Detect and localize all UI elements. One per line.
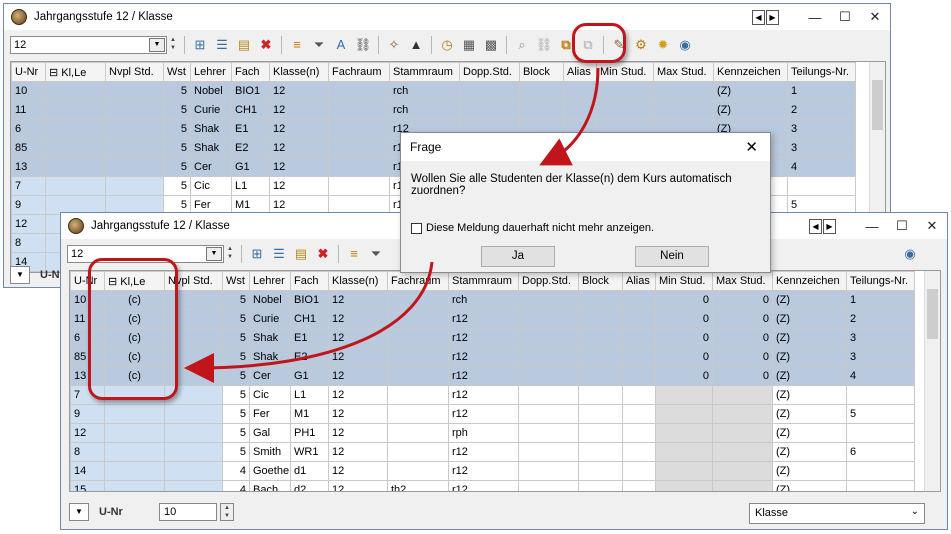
arrow-to-column <box>184 261 434 383</box>
arrow-to-dialog <box>539 67 600 166</box>
annotation-arrows <box>184 67 600 383</box>
